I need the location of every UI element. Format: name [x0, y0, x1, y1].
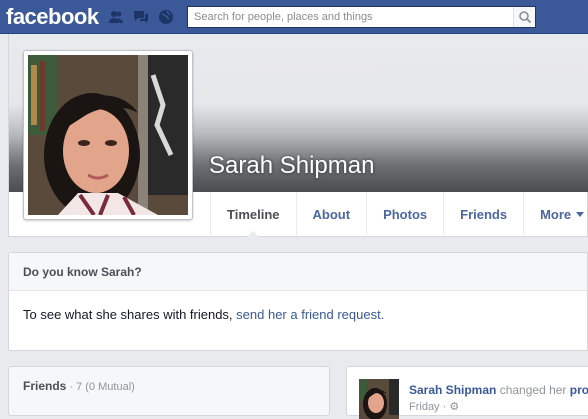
profile-header: Sarah Shipman Timeline About Photos Frie…	[8, 34, 588, 238]
story-action: changed her	[496, 383, 570, 397]
tab-about[interactable]: About	[295, 192, 367, 237]
search-icon	[519, 11, 532, 24]
timeline-story: Sarah Shipman changed her pro Friday · ⚙	[346, 366, 588, 419]
friend-request-link[interactable]: send her a friend request.	[236, 307, 384, 322]
tab-friends[interactable]: Friends	[443, 192, 523, 237]
story-avatar[interactable]	[359, 379, 399, 419]
facebook-logo[interactable]: facebook	[6, 4, 99, 30]
know-person-title: Do you know Sarah?	[9, 253, 587, 291]
tab-timeline[interactable]: Timeline	[210, 192, 296, 238]
search-input[interactable]	[188, 7, 512, 27]
friends-title-link[interactable]: Friends	[23, 379, 66, 393]
tab-label: More	[540, 207, 572, 222]
tab-label: Photos	[383, 207, 428, 222]
know-person-box: Do you know Sarah? To see what she share…	[8, 252, 588, 351]
story-time-text: Friday ·	[409, 401, 450, 413]
tab-label: Friends	[460, 207, 508, 222]
profile-name[interactable]: Sarah Shipman	[209, 152, 374, 180]
tab-photos[interactable]: Photos	[366, 192, 443, 237]
notifications-globe-icon[interactable]	[158, 9, 174, 25]
friend-requests-icon[interactable]	[108, 9, 124, 25]
know-person-message: To see what she shares with friends,	[23, 307, 237, 322]
audience-icon: ⚙	[449, 401, 460, 413]
messages-icon[interactable]	[133, 9, 149, 25]
tab-label: About	[312, 207, 351, 222]
profile-tabs: Timeline About Photos Friends More	[210, 192, 588, 238]
friends-header: Friends · 7 (0 Mutual)	[23, 379, 135, 393]
tab-more[interactable]: More	[523, 192, 588, 237]
friends-box: Friends · 7 (0 Mutual)	[8, 366, 330, 416]
story-object-link[interactable]: pro	[570, 383, 588, 397]
profile-picture-frame[interactable]	[23, 50, 193, 220]
story-author-link[interactable]: Sarah Shipman	[409, 383, 496, 397]
tab-label: Timeline	[227, 207, 280, 222]
search-button[interactable]	[513, 7, 535, 27]
friends-count: · 7 (0 Mutual)	[66, 381, 135, 393]
story-timestamp[interactable]: Friday · ⚙	[409, 400, 459, 413]
chevron-down-icon	[576, 212, 585, 217]
know-person-text: To see what she shares with friends, sen…	[9, 291, 587, 338]
top-bar: facebook	[0, 0, 588, 34]
profile-picture	[28, 55, 188, 215]
search-box	[187, 6, 536, 28]
story-headline: Sarah Shipman changed her pro	[409, 383, 588, 397]
